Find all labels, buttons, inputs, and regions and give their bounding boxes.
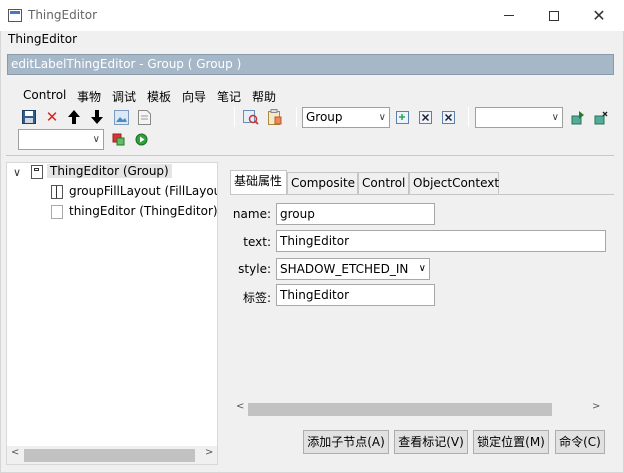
close-box-icon[interactable]	[417, 109, 433, 125]
tree-node-group-fill-layout[interactable]: groupFillLayout (FillLayout)	[69, 184, 217, 198]
delete-icon[interactable]: ✕	[44, 109, 60, 125]
tag-field[interactable]: ThingEditor	[276, 284, 435, 306]
menu-template[interactable]: 模板	[147, 88, 171, 105]
scroll-right-icon[interactable]: >	[592, 401, 600, 412]
chevron-down-icon: ∨	[551, 112, 559, 123]
maximize-icon	[549, 10, 559, 21]
style-select-value: SHADOW_ETCHED_IN	[280, 262, 409, 276]
minimize-button[interactable]	[486, 0, 532, 31]
edit-label-bar: editLabelThingEditor - Group ( Group )	[7, 54, 614, 75]
toolbar-divider	[6, 155, 614, 156]
menu-notes[interactable]: 笔记	[217, 88, 241, 105]
thing-label: ThingEditor	[8, 32, 78, 46]
close-box-alt-icon[interactable]	[440, 109, 456, 125]
clipboard-icon[interactable]	[266, 109, 282, 125]
maximize-button[interactable]	[531, 0, 577, 31]
down-arrow-icon[interactable]	[89, 109, 105, 125]
window-title: ThingEditor	[28, 8, 98, 22]
tree-node-thing-editor[interactable]: ThingEditor (Group)	[47, 164, 172, 178]
scroll-thumb[interactable]	[24, 449, 195, 462]
thing-node-icon	[51, 205, 63, 219]
right-combo[interactable]: ∨	[475, 107, 563, 128]
toolbar-separator	[296, 107, 297, 127]
search-icon[interactable]	[243, 109, 259, 125]
run-icon[interactable]	[569, 109, 585, 125]
save-icon[interactable]	[21, 109, 37, 125]
up-arrow-icon[interactable]	[66, 109, 82, 125]
tab-basic-props[interactable]: 基础属性	[230, 170, 287, 194]
name-label: name:	[232, 207, 271, 221]
tree-panel[interactable]: ∨ ThingEditor (Group) groupFillLayout (F…	[6, 162, 218, 465]
tab-control[interactable]: Control	[358, 172, 409, 194]
scroll-left-icon[interactable]: <	[11, 447, 19, 458]
add-child-button[interactable]: 添加子节点(A)	[303, 430, 389, 454]
text-label: text:	[243, 235, 271, 249]
text-field[interactable]: ThingEditor	[276, 230, 606, 252]
toolbar-separator	[468, 107, 469, 127]
group-node-icon	[31, 165, 43, 179]
toolbar-separator	[234, 107, 235, 127]
chevron-down-icon: ∨	[92, 134, 100, 145]
tree-horizontal-scrollbar[interactable]: < >	[7, 446, 217, 464]
menu-things[interactable]: 事物	[77, 88, 101, 105]
window-titlebar[interactable]: ThingEditor ✕	[0, 0, 624, 31]
type-combo[interactable]: Group ∨	[302, 107, 390, 128]
chevron-down-icon: ∨	[378, 112, 386, 123]
scroll-right-icon[interactable]: >	[205, 447, 213, 458]
tab-page-basic: name: group text: ThingEditor style: SHA…	[230, 194, 614, 422]
settings-icon[interactable]	[592, 109, 608, 125]
name-field[interactable]: group	[276, 203, 435, 225]
layout-node-icon	[51, 185, 63, 199]
chevron-down-icon[interactable]: ∨	[13, 166, 21, 179]
style-label: style:	[238, 262, 271, 276]
menu-help[interactable]: 帮助	[252, 88, 276, 105]
view-marks-button[interactable]: 查看标记(V)	[394, 430, 468, 454]
image-icon[interactable]	[113, 109, 129, 125]
tree-node-thing-editor-child[interactable]: thingEditor (ThingEditor)	[69, 204, 217, 218]
tag-label: 标签:	[242, 291, 271, 305]
tab-composite[interactable]: Composite	[287, 172, 358, 194]
chevron-down-icon: ∨	[418, 263, 426, 274]
scroll-left-icon[interactable]: <	[236, 401, 244, 412]
style-select[interactable]: SHADOW_ETCHED_IN ∨	[276, 258, 430, 280]
close-button[interactable]: ✕	[576, 0, 622, 31]
play-icon[interactable]	[133, 131, 149, 147]
close-icon: ✕	[592, 6, 606, 25]
menu-wizard[interactable]: 向导	[182, 88, 206, 105]
type-combo-value: Group	[306, 110, 343, 124]
document-icon[interactable]	[136, 109, 152, 125]
lock-position-button[interactable]: 锁定位置(M)	[473, 430, 549, 454]
app-window-icon	[8, 9, 22, 22]
import-icon[interactable]	[394, 109, 410, 125]
add-icon[interactable]	[110, 131, 126, 147]
menu-control[interactable]: Control	[23, 88, 66, 102]
menu-debug[interactable]: 调试	[112, 88, 136, 105]
minimize-icon	[504, 15, 514, 16]
command-button[interactable]: 命令(C)	[555, 430, 605, 454]
props-horizontal-scrollbar[interactable]: < >	[230, 400, 606, 418]
scroll-thumb[interactable]	[248, 403, 552, 416]
left-combo[interactable]: ∨	[18, 129, 104, 150]
tab-object-context[interactable]: ObjectContext	[409, 172, 499, 194]
